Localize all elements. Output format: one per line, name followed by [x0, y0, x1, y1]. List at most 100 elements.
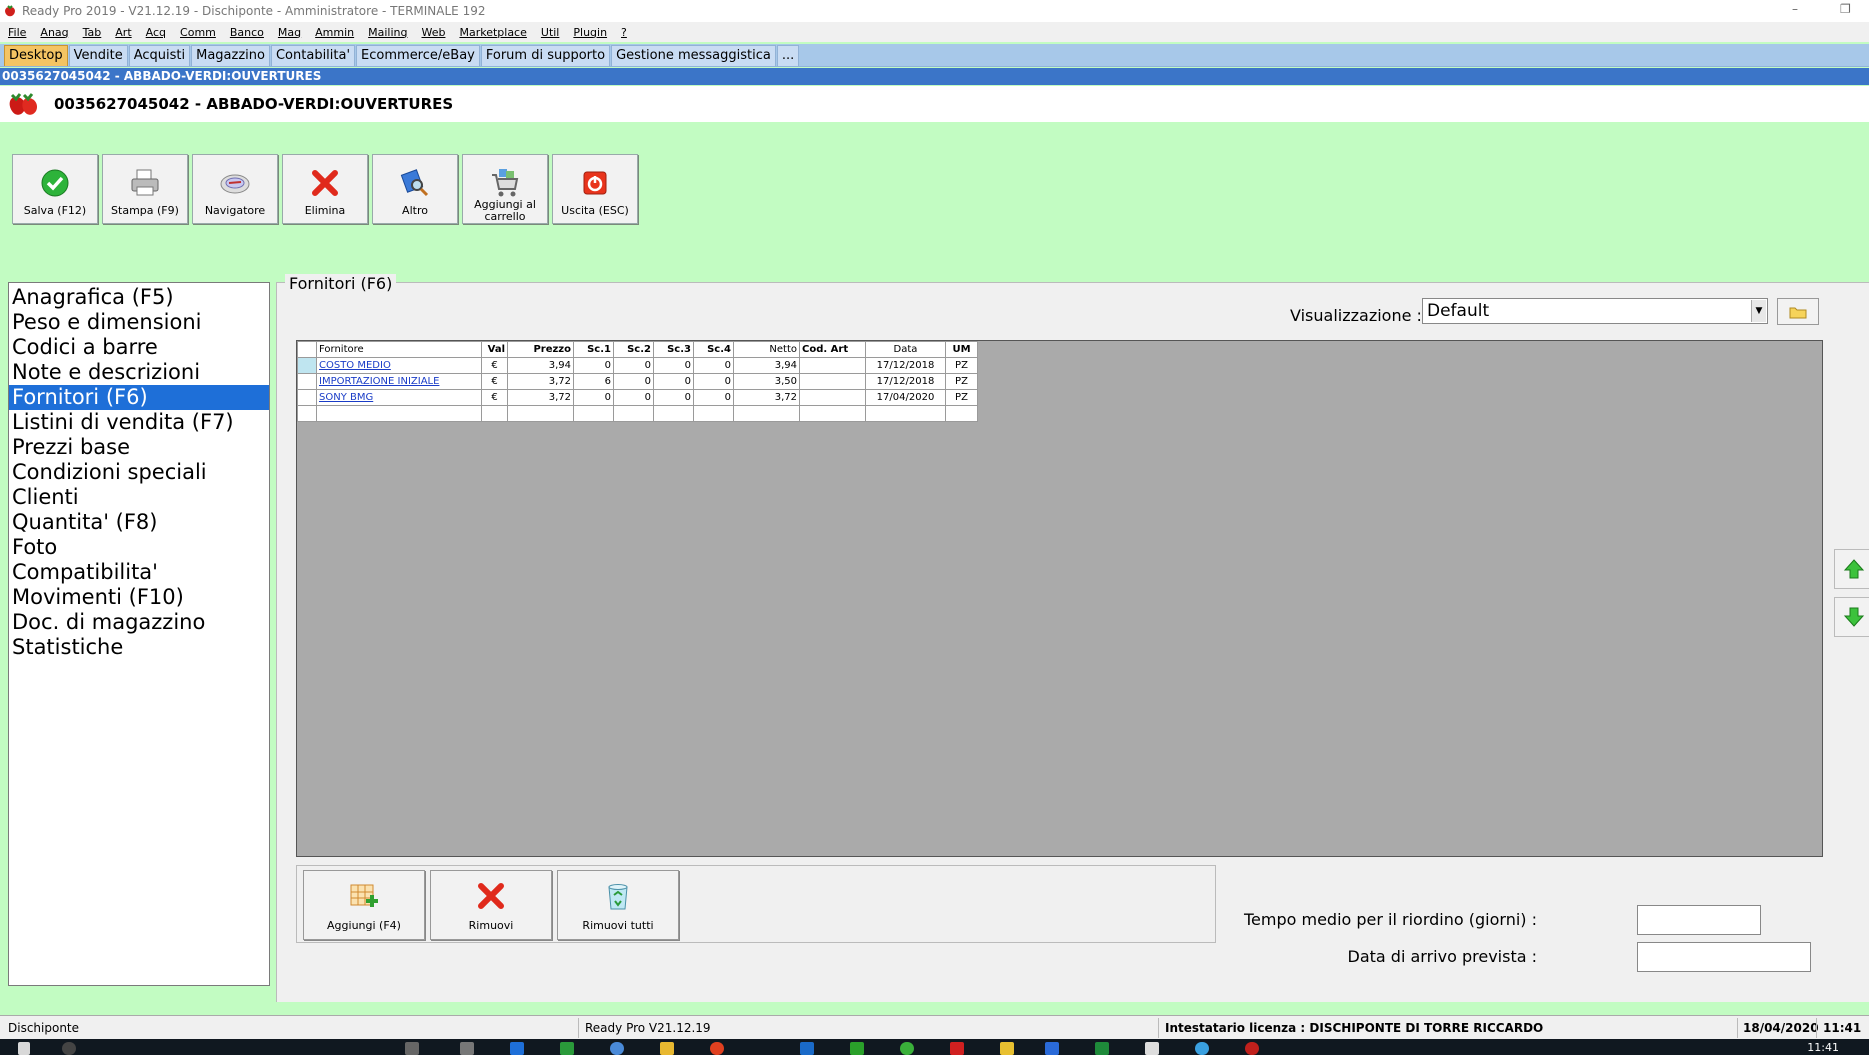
col-netto[interactable]: Netto: [733, 341, 800, 358]
col-sc2[interactable]: Sc.2: [613, 341, 654, 358]
tab-forum[interactable]: Forum di supporto: [480, 45, 611, 66]
new-row-cell[interactable]: [733, 405, 800, 422]
taskbar-app-icon[interactable]: [1195, 1042, 1209, 1055]
new-row-cell[interactable]: [573, 405, 614, 422]
table-row[interactable]: IMPORTAZIONE INIZIALE € 3,72 6 0 0 0 3,5…: [297, 373, 978, 390]
view-select[interactable]: Default ▼: [1422, 298, 1768, 324]
col-cod-art[interactable]: Cod. Art: [799, 341, 866, 358]
nav-item-anagrafica[interactable]: Anagrafica (F5): [9, 285, 269, 310]
taskbar-app-icon[interactable]: [510, 1042, 524, 1055]
new-row-cell[interactable]: [613, 405, 654, 422]
reorder-time-input[interactable]: [1637, 905, 1761, 935]
remove-all-button[interactable]: Rimuovi tutti: [557, 870, 679, 940]
add-to-cart-button[interactable]: Aggiungi al carrello: [462, 154, 548, 224]
col-sc4[interactable]: Sc.4: [693, 341, 734, 358]
taskbar-app-icon[interactable]: [950, 1042, 964, 1055]
nav-item-condizioni[interactable]: Condizioni speciali: [9, 460, 269, 485]
col-sc1[interactable]: Sc.1: [573, 341, 614, 358]
table-row-new[interactable]: [297, 405, 978, 422]
nav-item-doc-magazzino[interactable]: Doc. di magazzino: [9, 610, 269, 635]
new-row-cell[interactable]: [316, 405, 482, 422]
taskbar-app-icon[interactable]: [560, 1042, 574, 1055]
taskbar-app-icon[interactable]: [660, 1042, 674, 1055]
new-row-cell[interactable]: [653, 405, 694, 422]
taskbar-app-icon[interactable]: [610, 1042, 624, 1055]
menu-tab[interactable]: Tab: [83, 26, 102, 39]
taskbar-app-icon[interactable]: [460, 1042, 474, 1055]
row-selector[interactable]: [297, 389, 317, 406]
save-button[interactable]: Salva (F12): [12, 154, 98, 224]
nav-item-clienti[interactable]: Clienti: [9, 485, 269, 510]
nav-item-quantita[interactable]: Quantita' (F8): [9, 510, 269, 535]
chevron-down-icon[interactable]: ▼: [1751, 300, 1766, 322]
menu-banco[interactable]: Banco: [230, 26, 264, 39]
new-row-cell[interactable]: [799, 405, 866, 422]
row-selector[interactable]: [297, 357, 317, 374]
print-button[interactable]: Stampa (F9): [102, 154, 188, 224]
navigator-button[interactable]: Navigatore: [192, 154, 278, 224]
taskbar-app-icon[interactable]: [710, 1042, 724, 1055]
menu-acq[interactable]: Acq: [146, 26, 166, 39]
nav-item-foto[interactable]: Foto: [9, 535, 269, 560]
new-row-cell[interactable]: [693, 405, 734, 422]
search-icon[interactable]: [62, 1042, 76, 1055]
folder-button[interactable]: [1777, 298, 1819, 325]
taskbar-app-icon[interactable]: [1245, 1042, 1259, 1055]
add-row-button[interactable]: Aggiungi (F4): [303, 870, 425, 940]
menu-ammin[interactable]: Ammin: [315, 26, 354, 39]
taskbar-app-icon[interactable]: [1045, 1042, 1059, 1055]
taskbar-app-icon[interactable]: [1145, 1042, 1159, 1055]
taskbar-app-icon[interactable]: [1095, 1042, 1109, 1055]
nav-item-fornitori[interactable]: Fornitori (F6): [9, 385, 269, 410]
move-up-button[interactable]: [1834, 549, 1869, 589]
taskbar-app-icon[interactable]: [405, 1042, 419, 1055]
move-down-button[interactable]: [1834, 597, 1869, 637]
menu-plugin[interactable]: Plugin: [573, 26, 607, 39]
taskbar-app-icon[interactable]: [800, 1042, 814, 1055]
nav-item-prezzi-base[interactable]: Prezzi base: [9, 435, 269, 460]
col-prezzo[interactable]: Prezzo: [507, 341, 574, 358]
nav-item-listini[interactable]: Listini di vendita (F7): [9, 410, 269, 435]
tab-magazzino[interactable]: Magazzino: [191, 45, 270, 66]
tab-more[interactable]: ...: [776, 45, 800, 66]
supplier-link[interactable]: COSTO MEDIO: [316, 357, 482, 374]
menu-web[interactable]: Web: [421, 26, 445, 39]
tab-acquisti[interactable]: Acquisti: [128, 45, 191, 66]
table-row[interactable]: COSTO MEDIO € 3,94 0 0 0 0 3,94 17/12/20…: [297, 357, 978, 374]
menu-file[interactable]: File: [8, 26, 26, 39]
new-row-cell[interactable]: [865, 405, 946, 422]
new-row-cell[interactable]: [481, 405, 508, 422]
col-um[interactable]: UM: [945, 341, 978, 358]
menu-mailing[interactable]: Mailing: [368, 26, 407, 39]
col-data[interactable]: Data: [865, 341, 946, 358]
new-row-cell[interactable]: [945, 405, 978, 422]
row-selector[interactable]: [297, 405, 317, 422]
arrival-date-input[interactable]: [1637, 942, 1811, 972]
new-row-cell[interactable]: [507, 405, 574, 422]
supplier-link[interactable]: IMPORTAZIONE INIZIALE: [316, 373, 482, 390]
col-val[interactable]: Val: [481, 341, 508, 358]
tab-ecommerce[interactable]: Ecommerce/eBay: [356, 45, 480, 66]
tab-vendite[interactable]: Vendite: [68, 45, 128, 66]
menu-util[interactable]: Util: [541, 26, 559, 39]
menu-help[interactable]: ?: [621, 26, 627, 39]
tab-desktop[interactable]: Desktop: [4, 45, 68, 66]
restore-button[interactable]: ❐: [1840, 2, 1851, 16]
start-icon[interactable]: [18, 1042, 30, 1055]
table-row[interactable]: SONY BMG € 3,72 0 0 0 0 3,72 17/04/2020 …: [297, 389, 978, 406]
menu-anag[interactable]: Anag: [40, 26, 68, 39]
menu-art[interactable]: Art: [115, 26, 131, 39]
nav-item-movimenti[interactable]: Movimenti (F10): [9, 585, 269, 610]
nav-item-peso[interactable]: Peso e dimensioni: [9, 310, 269, 335]
tab-contabilita[interactable]: Contabilita': [270, 45, 356, 66]
nav-item-codici[interactable]: Codici a barre: [9, 335, 269, 360]
tab-messaggistica[interactable]: Gestione messaggistica: [611, 45, 776, 66]
minimize-button[interactable]: –: [1792, 2, 1798, 16]
supplier-link[interactable]: SONY BMG: [316, 389, 482, 406]
menu-marketplace[interactable]: Marketplace: [459, 26, 526, 39]
delete-button[interactable]: Elimina: [282, 154, 368, 224]
nav-item-note[interactable]: Note e descrizioni: [9, 360, 269, 385]
row-selector[interactable]: [297, 373, 317, 390]
col-sc3[interactable]: Sc.3: [653, 341, 694, 358]
other-button[interactable]: Altro: [372, 154, 458, 224]
